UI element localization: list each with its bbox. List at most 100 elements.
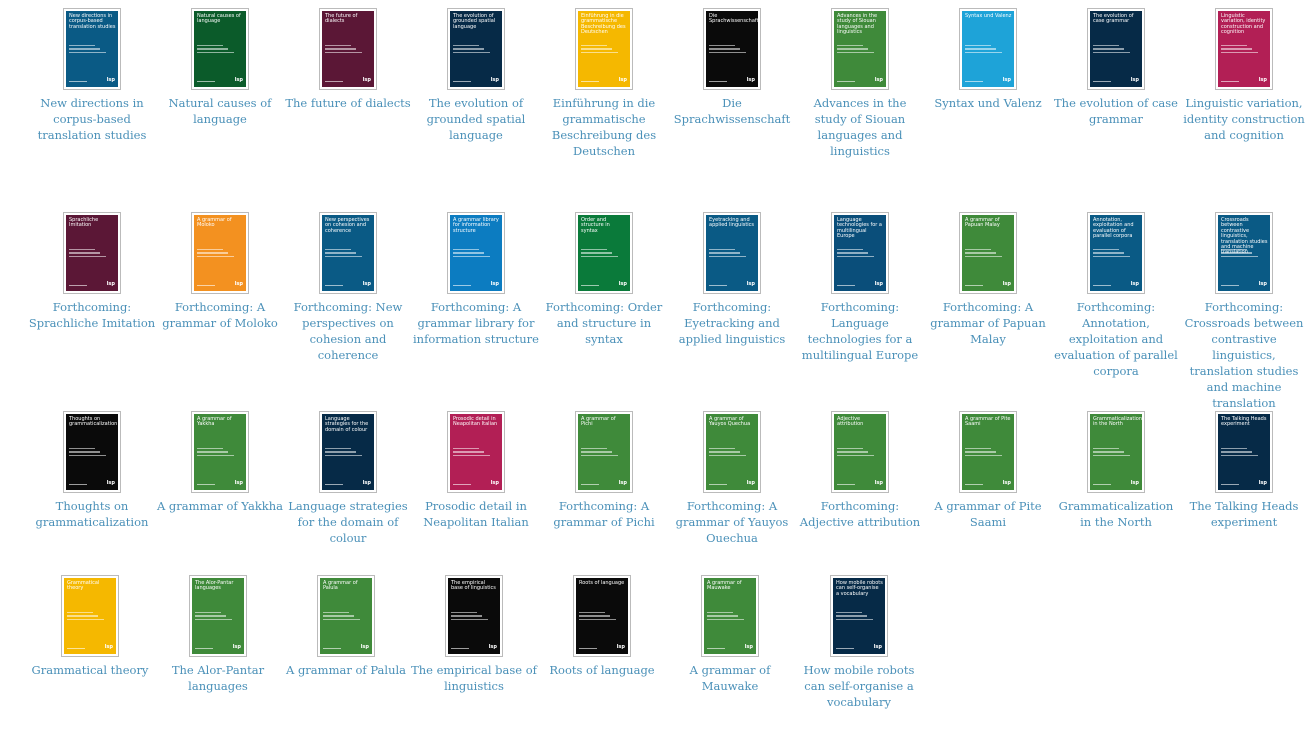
book-title-link[interactable]: Forthcoming: Eyetracking and applied lin…: [668, 299, 796, 347]
book-cover[interactable]: Syntax und Valenz lsp: [959, 8, 1017, 90]
book-cover[interactable]: A grammar of Mauwake lsp: [701, 575, 759, 657]
book-title-link[interactable]: A grammar of Pite Saami: [924, 498, 1052, 530]
book-title-link[interactable]: The evolution of grounded spatial langua…: [412, 95, 540, 143]
book-title-link[interactable]: Forthcoming: Language technologies for a…: [796, 299, 924, 363]
book-cover[interactable]: The empirical base of linguistics lsp: [445, 575, 503, 657]
book-item[interactable]: How mobile robots can self-organise a vo…: [795, 575, 923, 710]
book-item[interactable]: Thoughts on grammaticalization lsp Thought…: [28, 411, 156, 530]
book-item[interactable]: The future of dialects lsp The future of d…: [284, 8, 412, 111]
book-title-link[interactable]: The Alor-Pantar languages: [154, 662, 282, 694]
book-title-link[interactable]: The empirical base of linguistics: [410, 662, 538, 694]
book-item[interactable]: New perspectives on cohesion and coheren…: [284, 212, 412, 363]
book-cover[interactable]: Language strategies for the domain of co…: [319, 411, 377, 493]
book-title-link[interactable]: Linguistic variation, identity construct…: [1180, 95, 1306, 143]
book-item[interactable]: Eyetracking and applied linguistics lsp Fo…: [668, 212, 796, 347]
book-cover[interactable]: The Alor-Pantar languages lsp: [189, 575, 247, 657]
book-item[interactable]: Annotation, exploitation and evaluation …: [1052, 212, 1180, 379]
book-cover[interactable]: A grammar of Palula lsp: [317, 575, 375, 657]
book-item[interactable]: A grammar of Mauwake lsp A grammar of Mauw…: [666, 575, 794, 694]
book-item[interactable]: The Alor-Pantar languages lsp The Alor-Pan…: [154, 575, 282, 694]
book-title-link[interactable]: Forthcoming: Crossroads between contrast…: [1180, 299, 1306, 411]
book-item[interactable]: A grammar of Moloko lsp Forthcoming: A gra…: [156, 212, 284, 331]
book-cover[interactable]: The future of dialects lsp: [319, 8, 377, 90]
book-title-link[interactable]: Forthcoming: A grammar of Papuan Malay: [924, 299, 1052, 347]
book-item[interactable]: Prosodic detail in Neapolitan Italian lsp…: [412, 411, 540, 530]
book-title-link[interactable]: The evolution of case grammar: [1052, 95, 1180, 127]
book-item[interactable]: Language strategies for the domain of co…: [284, 411, 412, 546]
book-cover[interactable]: The evolution of case grammar lsp: [1087, 8, 1145, 90]
book-item[interactable]: Crossroads between contrastive linguisti…: [1180, 212, 1306, 411]
book-cover[interactable]: Die Sprachwissenschaft lsp: [703, 8, 761, 90]
book-title-link[interactable]: Advances in the study of Siouan language…: [796, 95, 924, 159]
book-cover[interactable]: New directions in corpus-based translati…: [63, 8, 121, 90]
book-title-link[interactable]: Grammatical theory: [26, 662, 154, 678]
book-title-link[interactable]: Einführung in die grammatische Beschreib…: [540, 95, 668, 159]
book-item[interactable]: Die Sprachwissenschaft lsp Die Sprachwisse…: [668, 8, 796, 127]
book-item[interactable]: The evolution of case grammar lsp The evol…: [1052, 8, 1180, 127]
book-cover[interactable]: A grammar of Pichi lsp: [575, 411, 633, 493]
book-cover[interactable]: Thoughts on grammaticalization lsp: [63, 411, 121, 493]
book-cover[interactable]: Annotation, exploitation and evaluation …: [1087, 212, 1145, 294]
book-cover[interactable]: Grammaticalization in the North lsp: [1087, 411, 1145, 493]
book-item[interactable]: Sprachliche Imitation lsp Forthcoming: Spr…: [28, 212, 156, 331]
book-item[interactable]: Natural causes of language lsp Natural cau…: [156, 8, 284, 127]
book-item[interactable]: Language technologies for a multilingual…: [796, 212, 924, 363]
book-cover[interactable]: A grammar of Yauyos Quechua lsp: [703, 411, 761, 493]
book-title-link[interactable]: Grammaticalization in the North: [1052, 498, 1180, 530]
book-title-link[interactable]: A grammar of Mauwake: [666, 662, 794, 694]
book-item[interactable]: New directions in corpus-based translati…: [28, 8, 156, 143]
book-cover[interactable]: A grammar of Moloko lsp: [191, 212, 249, 294]
book-cover[interactable]: How mobile robots can self-organise a vo…: [830, 575, 888, 657]
book-item[interactable]: Linguistic variation, identity construct…: [1180, 8, 1306, 143]
book-item[interactable]: A grammar of Papuan Malay lsp Forthcoming:…: [924, 212, 1052, 347]
book-title-link[interactable]: How mobile robots can self-organise a vo…: [795, 662, 923, 710]
book-title-link[interactable]: Language strategies for the domain of co…: [284, 498, 412, 546]
book-title-link[interactable]: New directions in corpus-based translati…: [28, 95, 156, 143]
book-cover[interactable]: Sprachliche Imitation lsp: [63, 212, 121, 294]
book-item[interactable]: A grammar library for information struct…: [412, 212, 540, 347]
book-item[interactable]: Adjective attribution lsp Forthcoming: Adj…: [796, 411, 924, 530]
book-item[interactable]: Advances in the study of Siouan language…: [796, 8, 924, 159]
book-title-link[interactable]: Forthcoming: A grammar of Yauyos Ouechua: [668, 498, 796, 546]
book-cover[interactable]: Adjective attribution lsp: [831, 411, 889, 493]
book-cover[interactable]: Linguistic variation, identity construct…: [1215, 8, 1273, 90]
book-item[interactable]: Einführung in die grammatische Beschreib…: [540, 8, 668, 159]
book-title-link[interactable]: Prosodic detail in Neapolitan Italian: [412, 498, 540, 530]
book-cover[interactable]: Advances in the study of Siouan language…: [831, 8, 889, 90]
book-item[interactable]: Grammaticalization in the North lsp Gramma…: [1052, 411, 1180, 530]
book-item[interactable]: Syntax und Valenz lsp Syntax und Valenz: [924, 8, 1052, 111]
book-item[interactable]: Grammatical theory lsp Grammatical theory: [26, 575, 154, 678]
book-title-link[interactable]: Forthcoming: A grammar library for infor…: [412, 299, 540, 347]
book-cover[interactable]: Eyetracking and applied linguistics lsp: [703, 212, 761, 294]
book-cover[interactable]: Roots of language lsp: [573, 575, 631, 657]
book-title-link[interactable]: Forthcoming: Order and structure in synt…: [540, 299, 668, 347]
book-item[interactable]: A grammar of Yakkha lsp A grammar of Yakkh…: [156, 411, 284, 514]
book-item[interactable]: A grammar of Yauyos Quechua lsp Forthcomin…: [668, 411, 796, 546]
book-cover[interactable]: Order and structure in syntax lsp: [575, 212, 633, 294]
book-item[interactable]: The Talking Heads experiment lsp The Talki…: [1180, 411, 1306, 530]
book-item[interactable]: A grammar of Pite Saami lsp A grammar of P…: [924, 411, 1052, 530]
book-title-link[interactable]: Natural causes of language: [156, 95, 284, 127]
book-cover[interactable]: A grammar of Yakkha lsp: [191, 411, 249, 493]
book-title-link[interactable]: The future of dialects: [284, 95, 412, 111]
book-cover[interactable]: The evolution of grounded spatial langua…: [447, 8, 505, 90]
book-cover[interactable]: Einführung in die grammatische Beschreib…: [575, 8, 633, 90]
book-cover[interactable]: Crossroads between contrastive linguisti…: [1215, 212, 1273, 294]
book-title-link[interactable]: Roots of language: [538, 662, 666, 678]
book-item[interactable]: Order and structure in syntax lsp Forthcom…: [540, 212, 668, 347]
book-title-link[interactable]: Forthcoming: A grammar of Pichi: [540, 498, 668, 530]
book-title-link[interactable]: Syntax und Valenz: [924, 95, 1052, 111]
book-item[interactable]: A grammar of Palula lsp A grammar of Palul…: [282, 575, 410, 678]
book-title-link[interactable]: Forthcoming: Annotation, exploitation an…: [1052, 299, 1180, 379]
book-cover[interactable]: Prosodic detail in Neapolitan Italian lsp: [447, 411, 505, 493]
book-title-link[interactable]: Die Sprachwissenschaft: [668, 95, 796, 127]
book-title-link[interactable]: A grammar of Palula: [282, 662, 410, 678]
book-cover[interactable]: A grammar of Papuan Malay lsp: [959, 212, 1017, 294]
book-title-link[interactable]: A grammar of Yakkha: [156, 498, 284, 514]
book-cover[interactable]: A grammar of Pite Saami lsp: [959, 411, 1017, 493]
book-cover[interactable]: Natural causes of language lsp: [191, 8, 249, 90]
book-item[interactable]: A grammar of Pichi lsp Forthcoming: A gram…: [540, 411, 668, 530]
book-title-link[interactable]: Forthcoming: A grammar of Moloko: [156, 299, 284, 331]
book-title-link[interactable]: Forthcoming: Adjective attribution: [796, 498, 924, 530]
book-cover[interactable]: The Talking Heads experiment lsp: [1215, 411, 1273, 493]
